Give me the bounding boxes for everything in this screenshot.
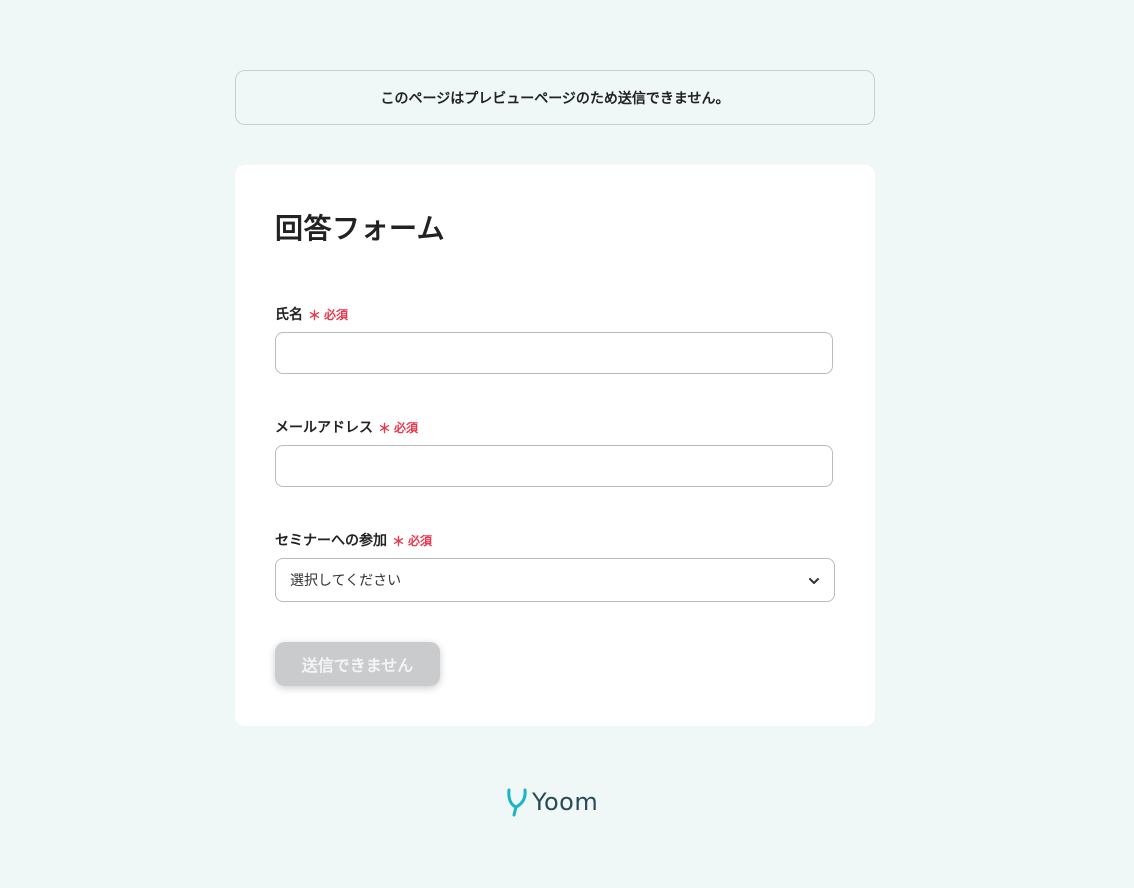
seminar-label-text: セミナーへの参加: [275, 533, 387, 549]
yoom-logo-text: Yoom: [532, 788, 599, 816]
required-asterisk-icon: ＊: [308, 308, 322, 324]
preview-notice-text: このページはプレビューページのため送信できません。: [380, 90, 730, 107]
required-asterisk-icon: ＊: [392, 534, 406, 550]
form-title: 回答フォーム: [275, 212, 446, 245]
required-indicator: ＊ 必須: [378, 418, 418, 437]
required-indicator: ＊ 必須: [392, 531, 432, 550]
chevron-down-icon: [809, 578, 819, 584]
name-field-label: 氏名 ＊ 必須: [275, 304, 348, 324]
seminar-field-label: セミナーへの参加 ＊ 必須: [275, 530, 432, 550]
email-field-label: メールアドレス ＊ 必須: [275, 417, 418, 437]
required-text: 必須: [324, 307, 349, 322]
response-form-card: 回答フォーム 氏名 ＊ 必須 メールアドレス ＊ 必須 セミナーへの参加 ＊ 必…: [235, 165, 875, 726]
preview-notice: このページはプレビューページのため送信できません。: [235, 70, 875, 125]
required-text: 必須: [394, 420, 419, 435]
yoom-logo: Yoom: [505, 787, 598, 817]
seminar-select-value: 選択してください: [290, 573, 402, 589]
submit-button[interactable]: 送信できません: [275, 642, 440, 686]
required-asterisk-icon: ＊: [378, 421, 392, 437]
name-input[interactable]: [275, 332, 833, 374]
required-indicator: ＊ 必須: [308, 305, 348, 324]
yoom-leaf-icon: [507, 788, 527, 817]
seminar-select[interactable]: 選択してください: [275, 558, 835, 602]
name-label-text: 氏名: [275, 307, 303, 323]
required-text: 必須: [408, 533, 433, 548]
email-input[interactable]: [275, 445, 833, 487]
email-label-text: メールアドレス: [275, 420, 373, 436]
